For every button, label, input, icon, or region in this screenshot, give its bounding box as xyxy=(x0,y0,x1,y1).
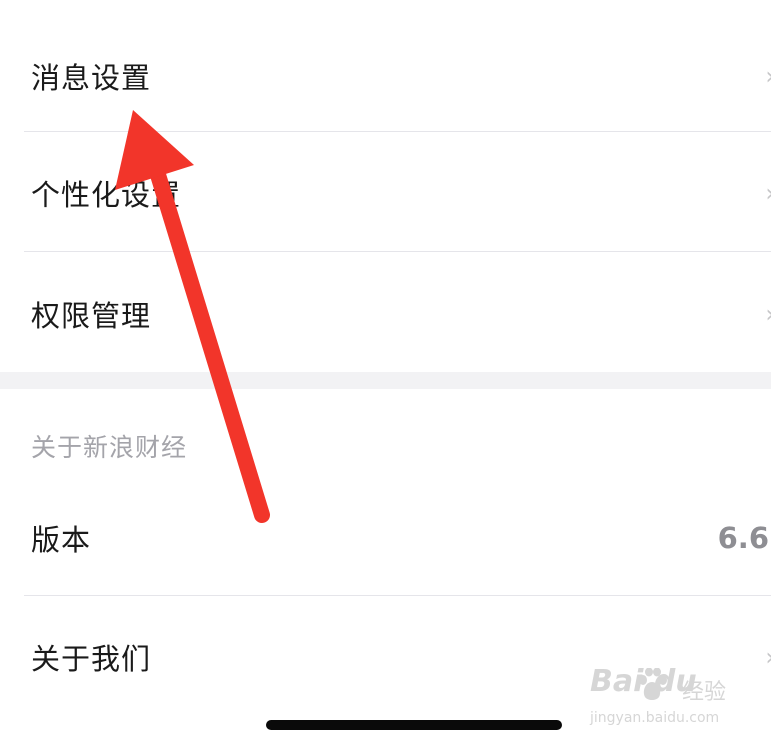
chevron-right-icon: › xyxy=(765,62,771,90)
settings-row-version[interactable]: 版本 6.6 xyxy=(0,478,771,598)
version-value: 6.6 xyxy=(717,521,769,555)
settings-row-message[interactable]: 消息设置 › xyxy=(0,16,771,136)
section-header-about: 关于新浪财经 xyxy=(31,433,188,462)
home-indicator[interactable] xyxy=(266,720,562,730)
settings-row-label: 消息设置 xyxy=(31,61,152,95)
chevron-right-icon: › xyxy=(765,300,771,328)
version-label: 版本 xyxy=(31,523,92,557)
divider xyxy=(24,251,771,252)
about-us-label: 关于我们 xyxy=(31,642,152,676)
baidu-watermark: Bai du 经验 jingyan.baidu.com xyxy=(590,664,760,734)
settings-row-label: 权限管理 xyxy=(31,299,152,333)
divider xyxy=(24,131,771,132)
settings-row-label: 个性化设置 xyxy=(31,178,182,212)
chevron-right-icon: › xyxy=(765,179,771,207)
chevron-right-icon: › xyxy=(765,643,771,671)
settings-row-permissions[interactable]: 权限管理 › xyxy=(0,254,771,374)
watermark-brand-suffix: 经验 xyxy=(682,680,727,705)
baidu-paw-icon xyxy=(639,668,667,700)
watermark-url: jingyan.baidu.com xyxy=(590,710,720,726)
divider xyxy=(24,595,771,596)
section-separator xyxy=(0,372,771,389)
settings-row-personalization[interactable]: 个性化设置 › xyxy=(0,133,771,253)
